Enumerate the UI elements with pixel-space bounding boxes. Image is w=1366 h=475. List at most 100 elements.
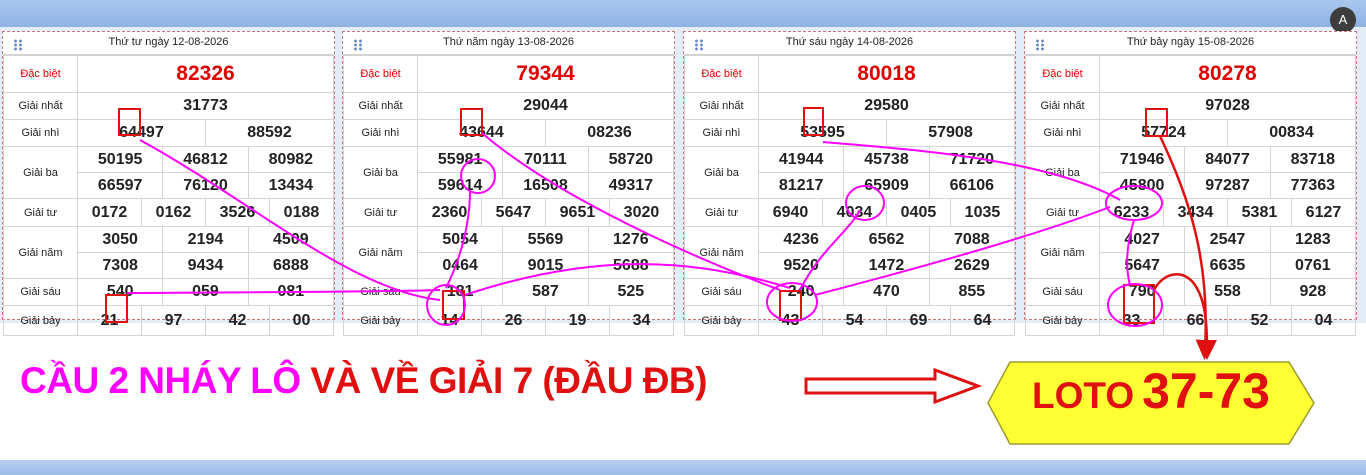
prize-number: 6562 (843, 226, 930, 253)
prize-number: 31773 (77, 92, 334, 120)
prize-row: Giải nhất 97028 (1025, 92, 1356, 120)
prize-row: Giải nhì 43644 08236 (343, 119, 675, 147)
prize-row: Giải sáu 790 558 928 (1025, 278, 1357, 306)
prize-number: 45738 (843, 146, 930, 173)
prize-row: Giải nhì 64497 88592 (3, 119, 335, 147)
panel-header: Thứ bảy ngày 15-08-2026 (1025, 32, 1356, 55)
prize-number: 2194 (162, 226, 249, 253)
prize-row: Giải bảy 21 97 42 00 (3, 305, 335, 336)
prize-number: 70111 (502, 146, 589, 173)
prize-number: 16508 (502, 172, 589, 199)
prize-number: 46812 (162, 146, 249, 173)
panel-header: Thứ tư ngày 12-08-2026 (3, 32, 334, 55)
prize-number: 081 (247, 278, 335, 306)
prize-number: 00834 (1226, 119, 1357, 147)
result-value: 37-73 (1142, 363, 1270, 419)
prize-label: Giải ba (684, 146, 759, 199)
prize-number: 00 (268, 305, 335, 336)
prize-label: Giải sáu (684, 278, 759, 306)
prize-number: 470 (843, 278, 930, 306)
prize-number: 587 (502, 278, 589, 306)
prize-number: 0761 (1269, 252, 1357, 279)
prize-row: Giải nhất 31773 (3, 92, 334, 120)
prize-number: 6888 (247, 252, 335, 279)
prize-number: 240 (757, 278, 845, 306)
prize-label: Đặc biệt (684, 55, 759, 93)
prize-label: Giải bảy (3, 305, 78, 336)
prize-row: Giải ba 71946 84077 83718 (1025, 146, 1357, 199)
prize-number: 71720 (928, 146, 1016, 173)
prize-number: 79344 (417, 55, 674, 93)
prize-number: 08236 (544, 119, 675, 147)
prize-label: Giải tư (3, 198, 78, 227)
prize-number: 42 (204, 305, 270, 336)
prize-label: Giải nhì (1025, 119, 1100, 147)
prize-number: 4509 (247, 226, 335, 253)
prize-table: Đặc biệt 80018 Giải nhất 29580 Giải nhì 53595… (684, 55, 1016, 336)
prize-number: 059 (162, 278, 249, 306)
prize-number: 5647 (1098, 252, 1186, 279)
prize-number: 9520 (757, 252, 845, 279)
prize-number: 53595 (758, 119, 887, 147)
prize-number: 66106 (928, 172, 1016, 199)
prize-label: Giải ba (3, 146, 78, 199)
prize-row: Giải bảy 43 54 69 64 (684, 305, 1016, 336)
prize-table: Đặc biệt 79344 Giải nhất 29044 Giải nhì 43644… (343, 55, 675, 336)
prize-number: 33 (1099, 305, 1164, 336)
prize-label: Giải bảy (684, 305, 759, 336)
prize-number: 558 (1184, 278, 1271, 306)
prize-number: 57908 (885, 119, 1016, 147)
prize-number: 29044 (417, 92, 674, 120)
prize-number: 29580 (758, 92, 1015, 120)
prize-label: Giải ba (343, 146, 418, 199)
prize-number: 97287 (1184, 172, 1271, 199)
prize-number: 43 (758, 305, 823, 336)
prize-label: Giải nhất (1025, 92, 1100, 120)
prize-number: 540 (76, 278, 164, 306)
prize-label: Giải nhì (3, 119, 78, 147)
prize-label: Giải sáu (3, 278, 78, 306)
prize-number: 0464 (416, 252, 504, 279)
prize-number: 6635 (1184, 252, 1271, 279)
prize-label: Giải tư (1025, 198, 1100, 227)
prize-label: Giải sáu (1025, 278, 1100, 306)
prize-label: Giải nhất (3, 92, 78, 120)
prize-label: Giải tư (684, 198, 759, 227)
prize-number: 4027 (1098, 226, 1186, 253)
prize-number: 45800 (1098, 172, 1186, 199)
prize-number: 76120 (162, 172, 249, 199)
prize-number: 84077 (1184, 146, 1271, 173)
prize-number: 64 (949, 305, 1016, 336)
draw-date: Thứ năm ngày 13-08-2026 (443, 36, 574, 48)
prize-number: 65909 (843, 172, 930, 199)
prize-number: 26 (480, 305, 546, 336)
prize-label: Đặc biệt (343, 55, 418, 93)
prize-row: Đặc biệt 79344 (343, 55, 674, 93)
panel-header: Thứ sáu ngày 14-08-2026 (684, 32, 1015, 55)
result-table-panel: Thứ sáu ngày 14-08-2026 Đặc biệt 80018 Giải… (683, 31, 1016, 336)
prize-label: Giải năm (343, 226, 418, 279)
headline-part1: CẦU 2 NHÁY LÔ (20, 360, 301, 401)
prize-table: Đặc biệt 82326 Giải nhất 31773 Giải nhì 64497… (3, 55, 335, 336)
prize-number: 0162 (140, 198, 206, 227)
prize-row: Giải năm 5054 5569 1276 (343, 226, 675, 279)
prize-number: 4236 (757, 226, 845, 253)
prize-number: 04 (1290, 305, 1357, 336)
prize-number: 66 (1162, 305, 1228, 336)
prize-number: 81217 (757, 172, 845, 199)
prize-number: 928 (1269, 278, 1357, 306)
prize-number: 7308 (76, 252, 164, 279)
panel-header: Thứ năm ngày 13-08-2026 (343, 32, 674, 55)
prize-row: Giải tư 6940 4034 0405 1035 (684, 198, 1016, 227)
prize-number: 855 (928, 278, 1016, 306)
prize-label: Giải nhì (684, 119, 759, 147)
translate-icon[interactable]: A (1330, 7, 1356, 33)
prize-number: 3020 (608, 198, 675, 227)
prize-number: 77363 (1269, 172, 1357, 199)
prize-row: Giải nhì 57724 00834 (1025, 119, 1357, 147)
prize-number: 6233 (1099, 198, 1164, 227)
prize-number: 9434 (162, 252, 249, 279)
result-prefix: LOTO (1032, 375, 1135, 416)
prize-number: 9015 (502, 252, 589, 279)
prize-number: 0188 (268, 198, 335, 227)
